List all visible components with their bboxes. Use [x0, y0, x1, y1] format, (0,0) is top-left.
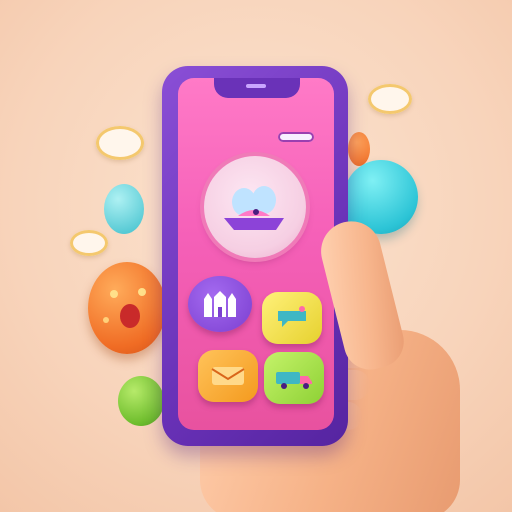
- orange-face-blob: [88, 262, 166, 354]
- illustration-scene: [0, 0, 512, 512]
- feature-app-button[interactable]: [204, 156, 306, 258]
- phone-notch: [214, 78, 300, 98]
- green-ball: [118, 376, 164, 426]
- truck-icon: [276, 372, 312, 389]
- teal-bird-decoration: [104, 184, 144, 234]
- chat-icon: [278, 306, 306, 327]
- mail-icon: [211, 367, 245, 385]
- mail-app-button[interactable]: [198, 350, 258, 402]
- status-pill: [278, 132, 314, 142]
- castle-app-button[interactable]: [188, 276, 252, 332]
- cloud-bubble-small: [70, 230, 108, 256]
- cloud-bubble-right: [368, 84, 412, 114]
- truck-app-button[interactable]: [264, 352, 324, 404]
- castle-icon: [204, 291, 236, 317]
- orange-drop-decoration: [348, 132, 370, 166]
- smile-face-icon: [103, 288, 146, 328]
- bird-icon: [224, 186, 284, 230]
- speaker-grille: [246, 84, 266, 88]
- cloud-bubble-left: [96, 126, 144, 160]
- chat-app-button[interactable]: [262, 292, 322, 344]
